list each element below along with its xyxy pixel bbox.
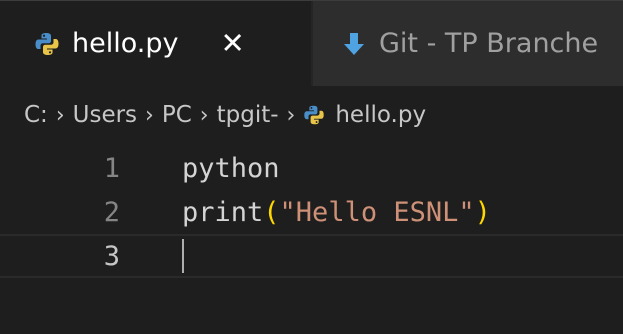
code-editor[interactable]: 1 python 2 print("Hello ESNL") 3 [0, 146, 623, 334]
tab-bar: hello.py ✕ Git - TP Branche [0, 0, 623, 86]
text-cursor [182, 239, 184, 273]
code-function: print [182, 196, 264, 228]
tab-git-tp-branche[interactable]: Git - TP Branche [313, 1, 623, 86]
breadcrumb-item-drive[interactable]: C: [24, 102, 48, 128]
tab-label: hello.py [72, 28, 179, 59]
line-number: 3 [103, 240, 120, 272]
breadcrumb-item-file[interactable]: hello.py [335, 102, 426, 128]
tab-label: Git - TP Branche [379, 28, 599, 59]
breadcrumb-item-tpgit[interactable]: tpgit- [217, 102, 279, 128]
chevron-right-icon: › [145, 102, 154, 128]
breadcrumb-item-users[interactable]: Users [73, 102, 137, 128]
line-text: python [182, 152, 280, 184]
line-text: print("Hello ESNL") [182, 197, 491, 228]
tab-hello-py[interactable]: hello.py ✕ [0, 1, 312, 86]
chevron-right-icon: › [286, 102, 296, 128]
breadcrumb: C: › Users › PC › tpgit- › hello.py [0, 86, 623, 144]
code-bracket-close: ) [474, 196, 491, 228]
code-line-current[interactable]: 3 [0, 234, 623, 278]
python-icon [304, 105, 325, 125]
close-icon[interactable]: ✕ [220, 29, 244, 58]
line-number: 1 [103, 152, 120, 184]
code-string: "Hello ESNL" [279, 196, 475, 228]
editor-window: hello.py ✕ Git - TP Branche C: › Users ›… [0, 0, 623, 334]
chevron-right-icon: › [55, 102, 65, 128]
code-line[interactable]: 2 print("Hello ESNL") [0, 190, 623, 234]
download-icon [344, 32, 364, 55]
breadcrumb-item-pc[interactable]: PC [162, 102, 192, 128]
line-number: 2 [103, 196, 120, 228]
code-line[interactable]: 1 python [0, 146, 623, 190]
chevron-right-icon: › [199, 102, 209, 128]
python-icon [35, 32, 59, 55]
code-bracket-open: ( [263, 196, 280, 228]
